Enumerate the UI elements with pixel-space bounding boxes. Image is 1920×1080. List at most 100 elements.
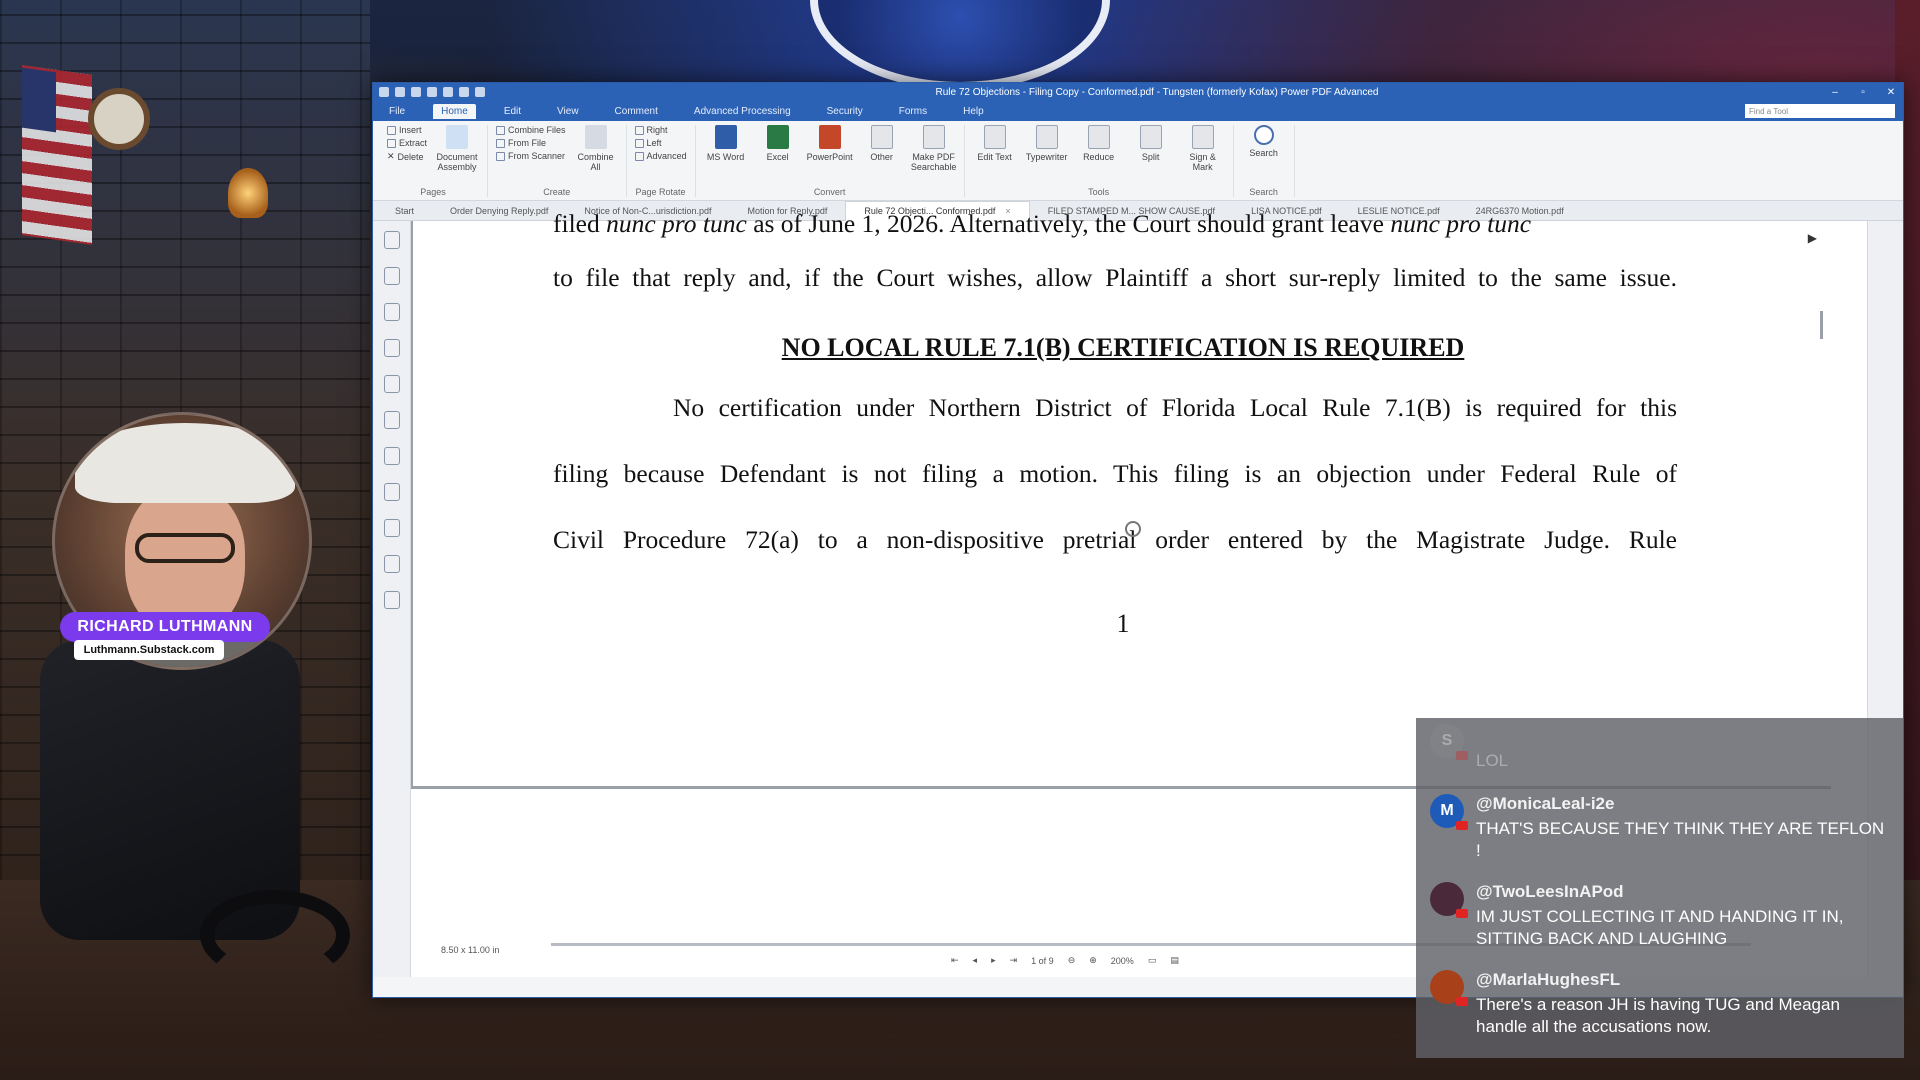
other-format-icon [870,125,893,149]
redo-icon[interactable] [443,87,453,97]
ribbon-group-create: Combine Files From File From Scanner Com… [488,125,627,197]
typewriter-icon [1035,125,1058,149]
sign-mark-button[interactable]: Sign & Mark [1181,125,1225,172]
rotate-advanced-button[interactable]: Advanced [634,151,687,161]
from-file-button[interactable]: From File [496,138,566,148]
mail-icon[interactable] [459,87,469,97]
document-assembly-button[interactable]: Document Assembly [435,125,479,172]
save-icon[interactable] [411,87,421,97]
headphones [200,890,350,980]
select-tool-icon[interactable] [383,267,400,285]
extract-button[interactable]: Extract [387,138,427,148]
menu-edit[interactable]: Edit [496,104,529,119]
document-assembly-icon [446,125,469,149]
powerpoint-icon [818,125,841,149]
page-size-label: 8.50 x 11.00 in [441,945,500,955]
menu-file[interactable]: File [381,104,413,119]
rotate-right-button[interactable]: Right [634,125,687,135]
powerpoint-button[interactable]: PowerPoint [807,125,853,172]
menu-comment[interactable]: Comment [607,104,666,119]
ribbon-group-tools: Edit Text Typewriter Reduce Split Sign &… [965,125,1234,197]
delete-button[interactable]: ✕ Delete [387,151,427,162]
combine-files-button[interactable]: Combine Files [496,125,566,135]
other-button[interactable]: Other [860,125,904,172]
split-icon [1139,125,1162,149]
prev-page-icon[interactable]: ◂ [973,955,978,966]
combine-all-button[interactable]: Combine All [574,125,618,172]
youtube-icon [1456,909,1468,918]
edit-text-icon [983,125,1006,149]
host-site-label: Luthmann.Substack.com [74,640,224,660]
bookmarks-icon[interactable] [383,339,400,357]
doc-tab-start[interactable]: Start [377,201,432,221]
comments-panel-icon[interactable] [383,375,400,393]
rotate-advanced-icon [634,151,644,161]
menu-security[interactable]: Security [819,104,871,119]
excel-button[interactable]: Excel [756,125,800,172]
word-icon [714,125,737,149]
youtube-icon [1456,751,1468,760]
reduce-button[interactable]: Reduce [1077,125,1121,172]
combine-files-icon [496,125,506,135]
insert-button[interactable]: Insert [387,125,427,135]
split-button[interactable]: Split [1129,125,1173,172]
signatures-icon[interactable] [383,591,400,609]
search-icon [1253,125,1274,145]
hand-tool-icon[interactable] [383,231,400,249]
open-icon[interactable] [395,87,405,97]
quick-access-toolbar [379,87,485,97]
menu-view[interactable]: View [549,104,587,119]
menu-forms[interactable]: Forms [891,104,935,119]
ribbon-toolbar: Insert Extract ✕ Delete Document Assembly… [373,121,1903,201]
page-number: 1 [1116,609,1130,638]
panel-expand-icon[interactable]: ▶ [1808,231,1817,245]
scanner-icon [496,151,506,161]
close-icon[interactable]: ✕ [1885,87,1897,98]
extract-icon [387,138,396,148]
view-mode-icon[interactable]: ▭ [1148,955,1157,966]
chat-text: There's a reason JH is having TUG and Me… [1476,995,1840,1036]
first-page-icon[interactable]: ⇤ [951,955,959,966]
layers-icon[interactable] [383,519,400,537]
paragraph-line: No certification under Northern District… [673,393,1677,422]
zoom-level[interactable]: 200% [1111,956,1134,966]
vertical-scrollbar[interactable] [1820,311,1823,339]
edit-text-button[interactable]: Edit Text [973,125,1017,172]
from-scanner-button[interactable]: From Scanner [496,151,566,161]
title-bar: Rule 72 Objections - Filing Copy - Confo… [373,83,1903,101]
minimize-icon[interactable]: – [1829,87,1841,98]
doc-tab[interactable]: Order Denying Reply.pdf [432,201,566,221]
zoom-in-icon[interactable]: ⊕ [1089,955,1097,966]
stamp-icon[interactable] [383,447,400,465]
paragraph-line: filing because Defendant is not filing a… [553,459,1677,488]
page-indicator[interactable]: 1 of 9 [1031,956,1054,966]
search-button[interactable]: Search [1242,125,1286,158]
window-title: Rule 72 Objections - Filing Copy - Confo… [935,86,1379,98]
user-icon[interactable] [475,87,485,97]
chat-username: @MarlaHughesFL [1476,970,1621,989]
rotate-left-button[interactable]: Left [634,138,687,148]
view-mode-icon[interactable]: ▤ [1170,955,1179,966]
file-icon [496,138,506,148]
undo-icon[interactable] [427,87,437,97]
find-tool-input[interactable]: Find a Tool [1745,104,1895,118]
menu-home[interactable]: Home [433,103,476,119]
pages-panel-icon[interactable] [383,303,400,321]
security-lock-icon[interactable] [383,555,400,573]
paragraph-line: Civil Procedure 72(a) to a non-dispositi… [553,525,1677,554]
host-name-badge: RICHARD LUTHMANN [60,612,270,642]
last-page-icon[interactable]: ⇥ [1010,955,1018,966]
avatar: S [1430,724,1468,760]
zoom-out-icon[interactable]: ⊖ [1068,955,1076,966]
menu-bar: File Home Edit View Comment Advanced Pro… [373,101,1903,121]
menu-help[interactable]: Help [955,104,992,119]
menu-advanced-processing[interactable]: Advanced Processing [686,104,799,119]
ms-word-button[interactable]: MS Word [704,125,748,172]
attachments-icon[interactable] [383,483,400,501]
make-searchable-button[interactable]: Make PDF Searchable [911,125,956,172]
links-icon[interactable] [383,411,400,429]
maximize-icon[interactable]: ▫ [1857,87,1869,98]
host-hat [75,423,295,503]
typewriter-button[interactable]: Typewriter [1025,125,1069,172]
next-page-icon[interactable]: ▸ [991,955,996,966]
